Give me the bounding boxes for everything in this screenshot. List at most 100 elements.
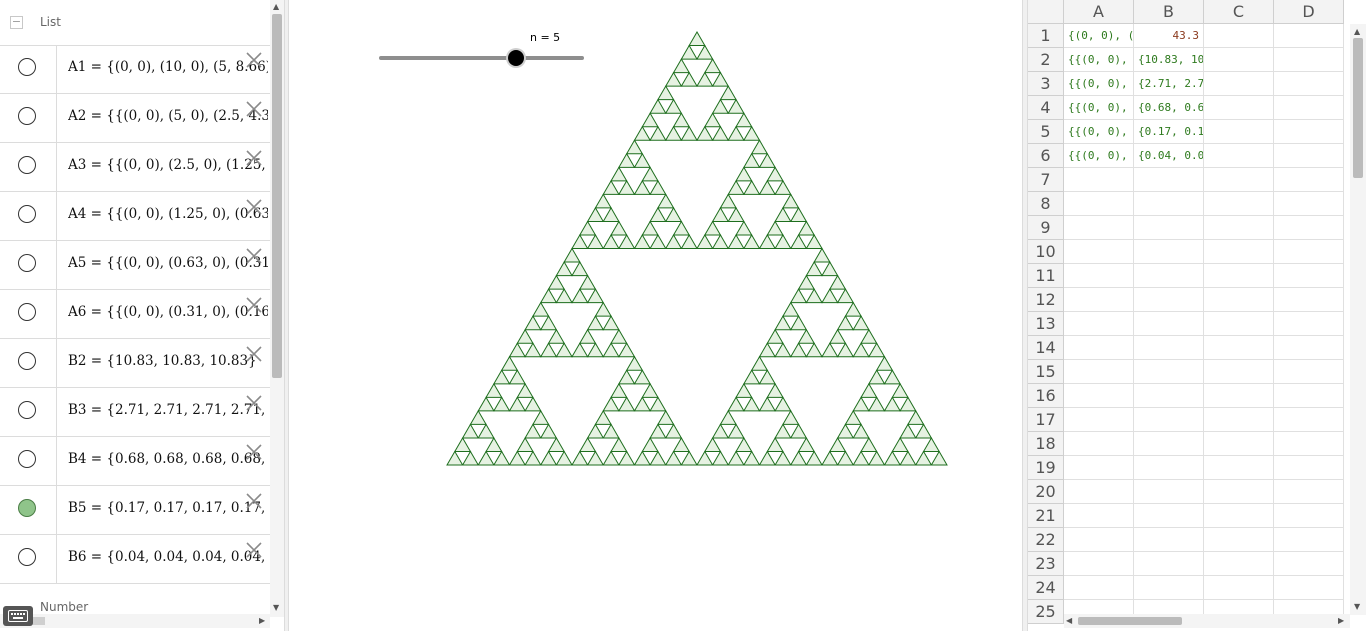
visibility-toggle[interactable] xyxy=(18,156,36,174)
visibility-toggle[interactable] xyxy=(18,107,36,125)
algebra-horizontal-scrollbar[interactable]: ▶ xyxy=(0,614,270,628)
row-header[interactable]: 11 xyxy=(1028,264,1064,288)
visibility-toggle[interactable] xyxy=(18,205,36,223)
visibility-toggle[interactable] xyxy=(18,58,36,76)
scroll-down-arrow-icon[interactable]: ▼ xyxy=(273,603,279,612)
spreadsheet-cell[interactable] xyxy=(1064,336,1134,360)
spreadsheet-cell[interactable] xyxy=(1134,336,1204,360)
algebra-input[interactable]: A6 = {{(0, 0), (0.31, 0), (0.16, 0.2 xyxy=(68,304,268,320)
spreadsheet-cell[interactable] xyxy=(1204,48,1274,72)
spreadsheet-cell[interactable] xyxy=(1204,216,1274,240)
spreadsheet-cell[interactable] xyxy=(1274,168,1344,192)
spreadsheet-cell[interactable] xyxy=(1204,384,1274,408)
spreadsheet-cell[interactable] xyxy=(1134,432,1204,456)
spreadsheet-cell[interactable] xyxy=(1274,48,1344,72)
spreadsheet-cell[interactable] xyxy=(1134,576,1204,600)
delete-button[interactable] xyxy=(245,541,263,559)
row-header[interactable]: 2 xyxy=(1028,48,1064,72)
row-header[interactable]: 23 xyxy=(1028,552,1064,576)
spreadsheet-cell[interactable] xyxy=(1204,552,1274,576)
spreadsheet-cell[interactable] xyxy=(1134,264,1204,288)
spreadsheet-cell[interactable] xyxy=(1064,504,1134,528)
algebra-input[interactable]: A3 = {{(0, 0), (2.5, 0), (1.25, 2.17 xyxy=(68,157,268,173)
spreadsheet-cell[interactable] xyxy=(1274,24,1344,48)
algebra-input[interactable]: B5 = {0.17, 0.17, 0.17, 0.17, 0.17 xyxy=(68,500,268,516)
row-header[interactable]: 24 xyxy=(1028,576,1064,600)
spreadsheet-horizontal-scroll-thumb[interactable] xyxy=(1078,617,1182,625)
row-header[interactable]: 18 xyxy=(1028,432,1064,456)
row-header[interactable]: 9 xyxy=(1028,216,1064,240)
algebra-input[interactable]: B3 = {2.71, 2.71, 2.71, 2.71, 2.71 xyxy=(68,402,268,418)
algebra-row[interactable]: B3 = {2.71, 2.71, 2.71, 2.71, 2.71 xyxy=(0,388,270,437)
visibility-toggle[interactable] xyxy=(18,450,36,468)
spreadsheet-cell[interactable] xyxy=(1204,432,1274,456)
row-header[interactable]: 3 xyxy=(1028,72,1064,96)
spreadsheet-cell[interactable] xyxy=(1204,192,1274,216)
spreadsheet-cell[interactable] xyxy=(1064,168,1134,192)
spreadsheet-cell[interactable]: {{(0, 0), (2. xyxy=(1064,72,1134,96)
spreadsheet-cell[interactable] xyxy=(1274,120,1344,144)
visibility-toggle[interactable] xyxy=(18,254,36,272)
visibility-toggle[interactable] xyxy=(18,352,36,370)
row-header[interactable]: 8 xyxy=(1028,192,1064,216)
spreadsheet-cell[interactable] xyxy=(1274,480,1344,504)
spreadsheet-cell[interactable] xyxy=(1064,288,1134,312)
row-header[interactable]: 19 xyxy=(1028,456,1064,480)
algebra-row[interactable]: A4 = {{(0, 0), (1.25, 0), (0.63, 1.0 xyxy=(0,192,270,241)
spreadsheet-vertical-scrollbar[interactable]: ▲ ▼ xyxy=(1350,24,1366,615)
spreadsheet-cell[interactable] xyxy=(1064,216,1134,240)
spreadsheet-cell[interactable] xyxy=(1204,168,1274,192)
spreadsheet-cell[interactable] xyxy=(1204,528,1274,552)
spreadsheet-cell[interactable] xyxy=(1274,72,1344,96)
spreadsheet-cell[interactable] xyxy=(1204,144,1274,168)
spreadsheet-horizontal-scrollbar[interactable]: ◀ ▶ xyxy=(1064,614,1350,628)
delete-button[interactable] xyxy=(245,296,263,314)
spreadsheet-cell[interactable] xyxy=(1134,552,1204,576)
spreadsheet-cell[interactable] xyxy=(1204,288,1274,312)
spreadsheet-cell[interactable] xyxy=(1204,576,1274,600)
visibility-toggle[interactable] xyxy=(18,303,36,321)
delete-button[interactable] xyxy=(245,492,263,510)
row-header[interactable]: 16 xyxy=(1028,384,1064,408)
row-header[interactable]: 20 xyxy=(1028,480,1064,504)
spreadsheet-cell[interactable] xyxy=(1064,480,1134,504)
spreadsheet-cell[interactable] xyxy=(1134,192,1204,216)
algebra-row[interactable]: A2 = {{(0, 0), (5, 0), (2.5, 4.33)}, xyxy=(0,94,270,143)
scroll-up-arrow-icon[interactable]: ▲ xyxy=(1354,27,1360,36)
spreadsheet-cell[interactable] xyxy=(1204,264,1274,288)
spreadsheet-cell[interactable]: {{(0, 0), (0. xyxy=(1064,120,1134,144)
spreadsheet-cell[interactable] xyxy=(1204,24,1274,48)
spreadsheet-cell[interactable] xyxy=(1064,192,1134,216)
row-header[interactable]: 5 xyxy=(1028,120,1064,144)
algebra-row[interactable]: B6 = {0.04, 0.04, 0.04, 0.04, 0.04 xyxy=(0,535,270,584)
row-header[interactable]: 7 xyxy=(1028,168,1064,192)
spreadsheet-cell[interactable] xyxy=(1274,504,1344,528)
algebra-input[interactable]: A5 = {{(0, 0), (0.63, 0), (0.31, 0.5 xyxy=(68,255,268,271)
spreadsheet-cell[interactable] xyxy=(1134,384,1204,408)
algebra-graphics-divider[interactable] xyxy=(284,0,289,631)
delete-button[interactable] xyxy=(245,51,263,69)
row-header[interactable]: 21 xyxy=(1028,504,1064,528)
algebra-vertical-scrollbar[interactable]: ▲ ▼ xyxy=(270,0,284,617)
spreadsheet-cell[interactable]: 43.3 xyxy=(1134,24,1204,48)
keyboard-button[interactable] xyxy=(3,606,33,626)
spreadsheet-cell[interactable]: {2.71, 2.71, xyxy=(1134,72,1204,96)
spreadsheet-cell[interactable] xyxy=(1274,264,1344,288)
row-header[interactable]: 6 xyxy=(1028,144,1064,168)
column-header[interactable]: A xyxy=(1064,0,1134,24)
spreadsheet-cell[interactable] xyxy=(1134,168,1204,192)
scroll-right-arrow-icon[interactable]: ▶ xyxy=(259,616,265,625)
scroll-left-arrow-icon[interactable]: ◀ xyxy=(1066,616,1072,625)
graphics-view[interactable]: n = 5 xyxy=(291,0,1022,631)
spreadsheet-cell[interactable] xyxy=(1064,240,1134,264)
spreadsheet-cell[interactable] xyxy=(1274,288,1344,312)
spreadsheet-cell[interactable] xyxy=(1274,216,1344,240)
row-header[interactable]: 1 xyxy=(1028,24,1064,48)
spreadsheet-cell[interactable] xyxy=(1204,336,1274,360)
spreadsheet-cell[interactable] xyxy=(1134,480,1204,504)
delete-button[interactable] xyxy=(245,247,263,265)
algebra-input[interactable]: A2 = {{(0, 0), (5, 0), (2.5, 4.33)}, xyxy=(68,108,268,124)
spreadsheet-cell[interactable] xyxy=(1134,288,1204,312)
spreadsheet-cell[interactable] xyxy=(1064,384,1134,408)
group-header-list[interactable]: − List xyxy=(0,0,270,46)
